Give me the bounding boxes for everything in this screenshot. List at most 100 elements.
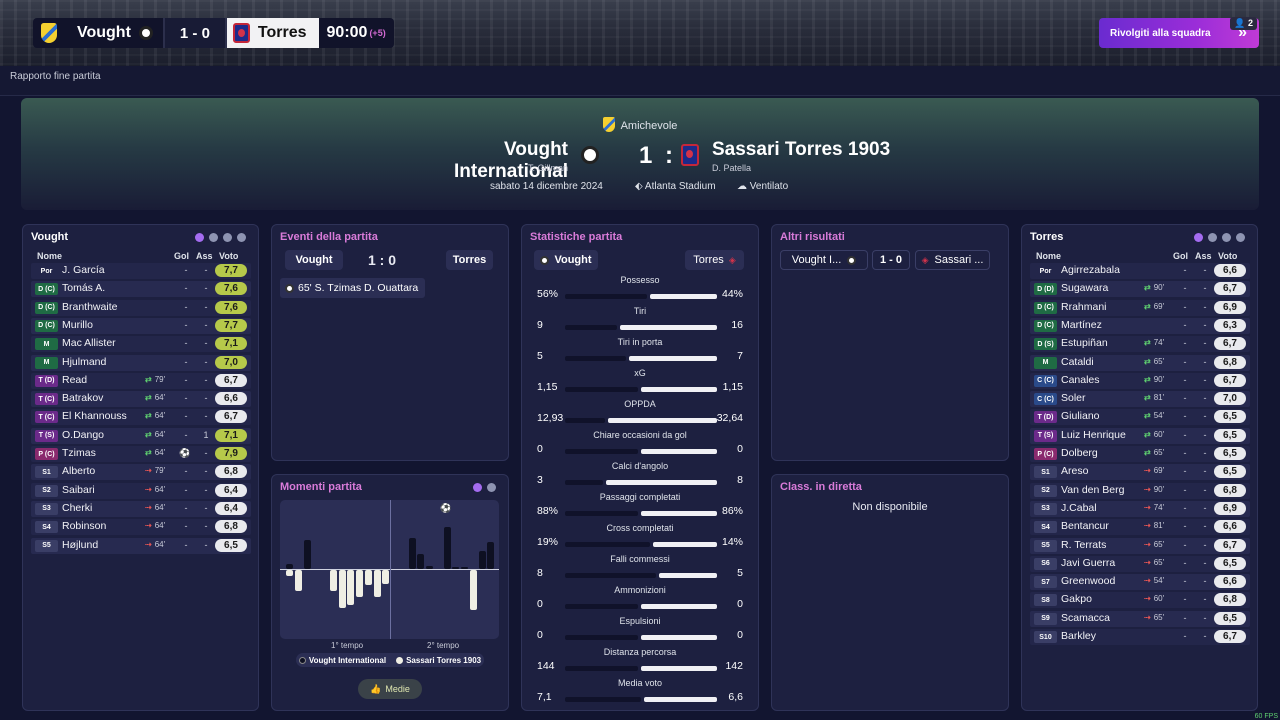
rating-badge: 6,5 — [1214, 447, 1246, 460]
position-badge: S5 — [1034, 539, 1057, 552]
rating-badge: 6,9 — [1214, 501, 1246, 515]
home-badge-icon — [847, 255, 857, 265]
player-row[interactable]: S2 Saibari ⇢ 64' - -6,4 — [31, 482, 251, 499]
page-dot[interactable] — [237, 233, 246, 242]
player-row[interactable]: M Hjulmand - -7,0 — [31, 354, 251, 371]
stat-away-value: 7 — [737, 350, 743, 362]
result-away[interactable]: ◈ Sassari ... — [915, 250, 990, 270]
player-row[interactable]: S8 Gakpo ⇢ 60' - -6,8 — [1030, 592, 1250, 609]
sub-out-icon: ⇄ — [145, 411, 152, 421]
page-dot[interactable] — [195, 233, 204, 242]
player-row[interactable]: S2 Van den Berg ⇢ 90' - -6,8 — [1030, 482, 1250, 499]
player-row[interactable]: C (C) Soler ⇄ 81' - -7,0 — [1030, 391, 1250, 408]
player-row[interactable]: T (C) El Khannouss ⇄ 64' - -6,7 — [31, 409, 251, 426]
stat-home-bar — [565, 480, 603, 485]
page-dot[interactable] — [487, 483, 496, 492]
stat-label: Ammonizioni — [614, 585, 666, 595]
player-name: Read — [62, 373, 88, 386]
player-row[interactable]: T (S) O.Dango ⇄ 64' - 1 7,1 — [31, 427, 251, 444]
stat-home-value: 12,93 — [537, 412, 564, 424]
player-row[interactable]: S10 Barkley - -6,7 — [1030, 629, 1250, 645]
legend-home-label: Vought International — [308, 655, 387, 665]
player-row[interactable]: S3 J.Cabal ⇢ 74' - -6,9 — [1030, 500, 1250, 517]
player-row[interactable]: S3 Cherki ⇢ 64' - -6,4 — [31, 500, 251, 517]
rating-badge: 6,8 — [1214, 593, 1246, 607]
player-row[interactable]: S5 R. Terrats ⇢ 65' - -6,7 — [1030, 537, 1250, 554]
momentum-bar-home — [426, 566, 434, 569]
player-row[interactable]: P (C) Dolberg ⇄ 65' - -6,5 — [1030, 446, 1250, 462]
goal-marker-icon: ⚽ — [440, 503, 452, 513]
player-name: Batrakov — [62, 392, 104, 405]
position-badge: Por — [35, 265, 58, 277]
player-row[interactable]: T (C) Batrakov ⇄ 64' - -6,6 — [31, 391, 251, 408]
player-row[interactable]: T (S) Luiz Henrique ⇄ 60' - -6,5 — [1030, 427, 1250, 444]
stats-away-team: Torres ◈ — [685, 250, 744, 270]
player-row[interactable]: M Cataldi ⇄ 65' - -6,8 — [1030, 354, 1250, 371]
player-row[interactable]: S7 Greenwood ⇢ 54' - -6,6 — [1030, 574, 1250, 591]
page-dot[interactable] — [1208, 233, 1217, 242]
goals-value: - — [1183, 502, 1187, 513]
rating-badge: 6,6 — [215, 392, 247, 406]
player-row[interactable]: D (D) Sugawara ⇄ 90' - -6,7 — [1030, 281, 1250, 298]
player-row[interactable]: S6 Javi Guerra ⇢ 65' - -6,5 — [1030, 555, 1250, 572]
goals-value: - — [1183, 594, 1187, 605]
home-manager[interactable]: T. Gillman — [397, 163, 568, 173]
player-row[interactable]: S9 Scamacca ⇢ 65' - -6,5 — [1030, 610, 1250, 627]
player-row[interactable]: D (C) Martínez - -6,3 — [1030, 317, 1250, 334]
talk-to-team-button[interactable]: Rivolgiti alla squadra » 👤 2 — [1099, 17, 1259, 48]
page-dot[interactable] — [1236, 233, 1245, 242]
sub-info: ⇄ 64' — [145, 448, 165, 457]
page-dot[interactable] — [223, 233, 232, 242]
player-row[interactable]: D (C) Rrahmani ⇄ 69' - -6,9 — [1030, 299, 1250, 316]
player-row[interactable]: C (C) Canales ⇄ 90' - -6,7 — [1030, 372, 1250, 389]
player-row[interactable]: S4 Bentancur ⇢ 81' - -6,6 — [1030, 519, 1250, 536]
event-row[interactable]: 65' S. Tzimas D. Ouattara — [280, 278, 425, 298]
away-team-name[interactable]: Sassari Torres 1903 — [712, 139, 890, 161]
player-row[interactable]: D (S) Estupiñan ⇄ 74' - -6,7 — [1030, 336, 1250, 353]
player-row[interactable]: S4 Robinson ⇢ 64' - -6,8 — [31, 519, 251, 536]
player-row[interactable]: P (C) Tzimas ⇄ 64' ⚽ -7,9 — [31, 446, 251, 462]
assists-value: - — [1203, 411, 1207, 422]
page-dot[interactable] — [473, 483, 482, 492]
player-row[interactable]: S5 Højlund ⇢ 64' - -6,5 — [31, 537, 251, 554]
home-team-name[interactable]: Vought International — [397, 139, 568, 183]
player-name: Canales — [1061, 373, 1100, 386]
sub-info: ⇢ 65' — [1144, 613, 1164, 622]
result-home[interactable]: Vought I... — [780, 250, 868, 270]
player-row[interactable]: D (C) Tomás A. - -7,6 — [31, 281, 251, 298]
rating-badge: 6,8 — [215, 520, 247, 534]
sub-minute: 81' — [1153, 393, 1165, 403]
page-dot[interactable] — [1194, 233, 1203, 242]
player-row[interactable]: D (C) Murillo - -7,7 — [31, 317, 251, 334]
averages-button[interactable]: 👍 Medie — [358, 679, 422, 699]
player-row[interactable]: S1 Alberto ⇢ 79' - -6,8 — [31, 464, 251, 481]
stadium[interactable]: ⬖ Atlanta Stadium — [635, 181, 716, 192]
player-row[interactable]: M Mac Allister - -7,1 — [31, 336, 251, 353]
events-panel: Eventi della partita Vought 1 : 0 Torres… — [271, 224, 509, 461]
player-name: Cherki — [62, 501, 93, 514]
goals-value: - — [184, 502, 188, 513]
rating-badge: 7,6 — [215, 282, 247, 296]
page-dot[interactable] — [209, 233, 218, 242]
assists-value: - — [1203, 631, 1207, 641]
rating-badge: 7,0 — [1214, 392, 1246, 406]
player-row[interactable]: D (C) Branthwaite - -7,6 — [31, 299, 251, 316]
rating-badge: 7,9 — [215, 447, 247, 460]
player-row[interactable]: T (D) Giuliano ⇄ 54' - -6,5 — [1030, 409, 1250, 426]
player-row[interactable]: T (D) Read ⇄ 79' - -6,7 — [31, 372, 251, 389]
result-away-name: Sassari ... — [934, 254, 984, 266]
result-score[interactable]: 1 - 0 — [872, 250, 910, 270]
player-row[interactable]: Por J. García - -7,7 — [31, 263, 251, 279]
player-row[interactable]: Por Agirrezabala - -6,6 — [1030, 263, 1250, 279]
away-manager[interactable]: D. Patella — [712, 163, 751, 173]
momentum-bar-away — [286, 570, 293, 576]
stats-title: Statistiche partita — [530, 231, 623, 243]
page-dot[interactable] — [1222, 233, 1231, 242]
stat-away-value: 32,64 — [716, 412, 743, 424]
player-row[interactable]: S1 Areso ⇢ 69' - -6,5 — [1030, 464, 1250, 481]
player-name: Barkley — [1061, 630, 1097, 642]
col-assists: Ass — [196, 251, 213, 261]
goals-value: - — [1183, 484, 1187, 495]
sub-info: ⇢ 54' — [1144, 576, 1164, 585]
goals-value: - — [1183, 429, 1187, 440]
